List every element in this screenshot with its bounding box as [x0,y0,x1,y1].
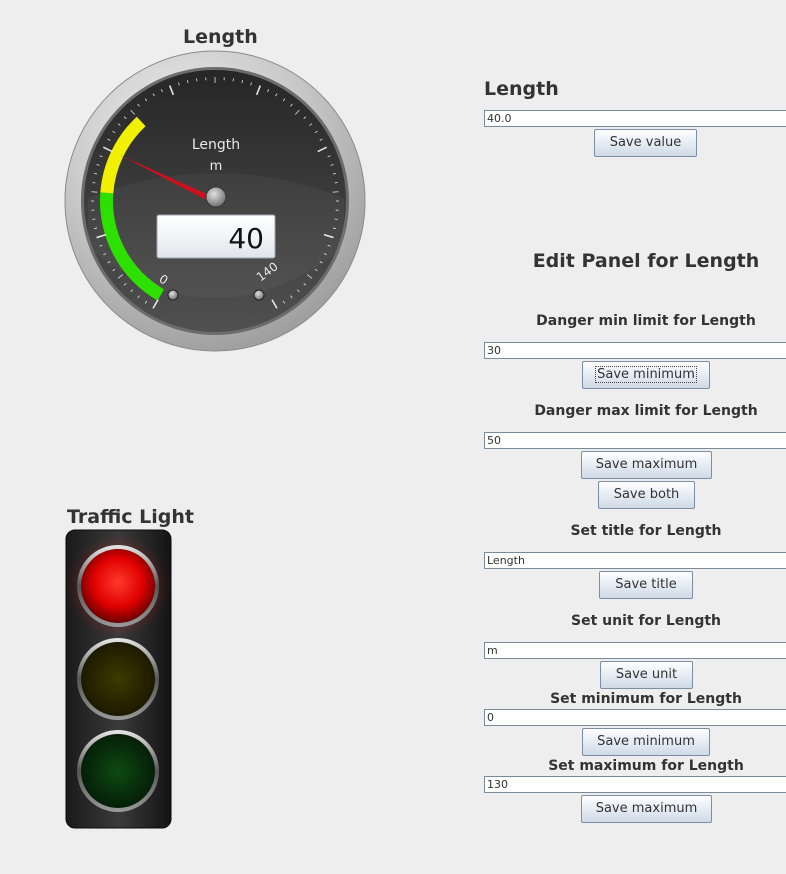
save-maximum-button[interactable]: Save maximum [581,795,712,823]
gauge-lcd-value: 40 [228,222,264,255]
traffic-light-heading: Traffic Light [67,506,194,528]
gauge-led-left [167,289,179,301]
value-field[interactable] [484,110,786,127]
green-lamp [81,734,155,808]
gauge-led-right [253,289,265,301]
gauge-needle-hub [205,186,227,208]
yellow-lamp [81,642,155,716]
value-panel-heading: Length [484,78,559,100]
save-unit-button[interactable]: Save unit [600,661,693,689]
set-title-label: Set title for Length [570,523,722,539]
danger-min-label: Danger min limit for Length [536,313,756,329]
gauge-title: Length [192,137,240,153]
save-danger-maximum-button[interactable]: Save maximum [581,451,712,479]
minimum-field[interactable] [484,709,786,726]
save-title-button[interactable]: Save title [599,571,693,599]
save-value-button[interactable]: Save value [594,129,697,157]
edit-panel-heading: Edit Panel for Length [532,250,760,272]
length-gauge: Length m 0 140 40 [64,50,366,352]
set-minimum-label: Set minimum for Length [550,691,742,707]
unit-field[interactable] [484,642,786,659]
gauge-unit: m [210,159,223,174]
danger-max-field[interactable] [484,432,786,449]
gauge-heading: Length [183,26,258,48]
save-minimum-button[interactable]: Save minimum [582,728,710,756]
maximum-field[interactable] [484,776,786,793]
set-unit-label: Set unit for Length [571,613,721,629]
title-field[interactable] [484,552,786,569]
save-both-button[interactable]: Save both [598,481,695,509]
red-lamp [81,549,155,623]
danger-min-field[interactable] [484,342,786,359]
set-maximum-label: Set maximum for Length [548,758,744,774]
danger-max-label: Danger max limit for Length [534,403,758,419]
traffic-light [65,529,172,829]
save-danger-minimum-button[interactable]: Save minimum [582,361,710,389]
